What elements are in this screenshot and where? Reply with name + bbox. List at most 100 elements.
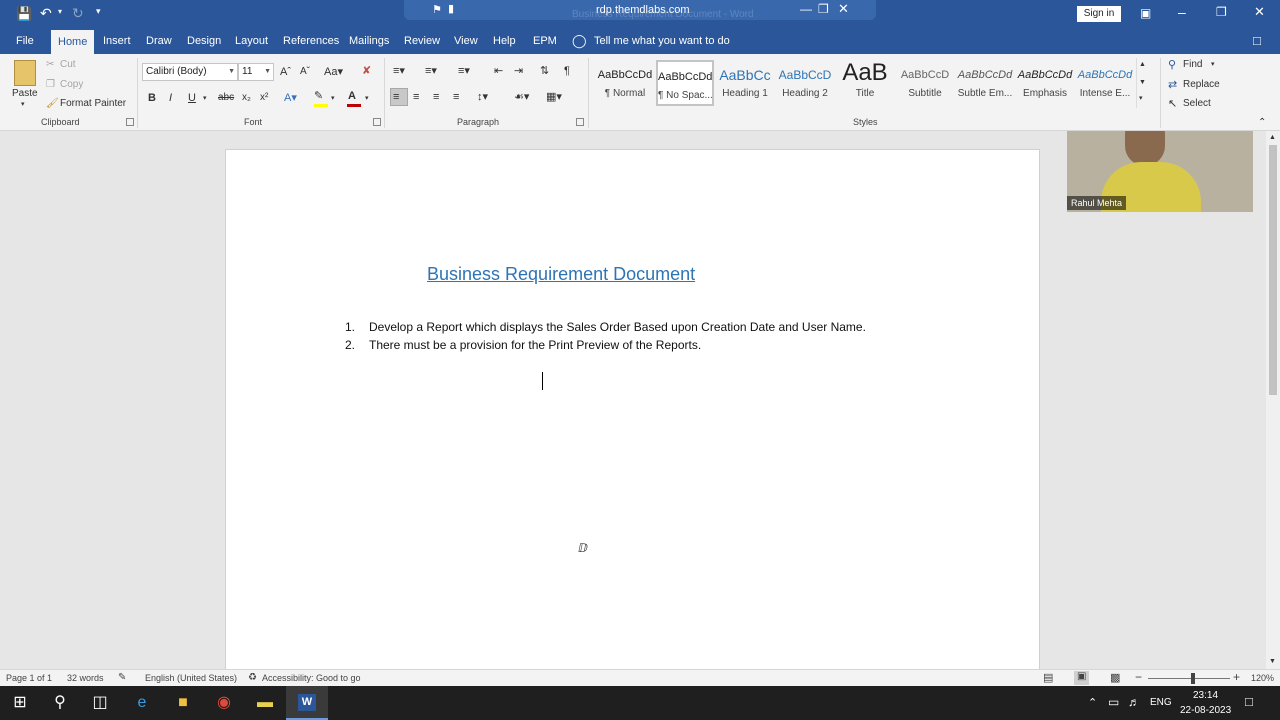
grow-font-icon[interactable]: Aˆ [280, 65, 291, 79]
style-normal[interactable]: AaBbCcDd ¶ Normal [596, 60, 654, 106]
style-heading-2[interactable]: AaBbCcD Heading 2 [776, 60, 834, 106]
sign-in-button[interactable]: Sign in [1077, 6, 1121, 22]
remote-minimize-icon[interactable]: — [800, 2, 812, 16]
text-effects-icon[interactable]: A▾ [284, 91, 297, 105]
web-layout-icon[interactable]: ▩ [1110, 671, 1120, 684]
style-intense-emphasis[interactable]: AaBbCcDd Intense E... [1076, 60, 1134, 106]
subscript-button[interactable]: x₂ [242, 91, 251, 105]
align-right-icon[interactable]: ≡ [433, 90, 439, 104]
clipboard-launcher-icon[interactable] [126, 118, 134, 126]
minimize-icon[interactable]: – [1178, 4, 1186, 20]
document-title[interactable]: Business Requirement Document [427, 264, 695, 285]
windows-start-icon[interactable]: ⊞ [0, 686, 40, 720]
tab-references[interactable]: References [276, 28, 346, 54]
page-count[interactable]: Page 1 of 1 [6, 673, 52, 683]
font-family-select[interactable]: Calibri (Body) ▼ [142, 63, 238, 81]
replace-button[interactable]: Replace [1183, 79, 1220, 90]
shrink-font-icon[interactable]: Aˇ [300, 65, 310, 79]
file-explorer-icon[interactable]: ■ [163, 686, 203, 720]
zoom-slider[interactable] [1148, 673, 1230, 684]
tab-view[interactable]: View [447, 28, 485, 54]
task-view-icon[interactable]: ◫ [80, 686, 120, 720]
align-center-icon[interactable]: ≡ [413, 90, 419, 104]
borders-icon[interactable]: ▦▾ [546, 90, 562, 104]
search-icon[interactable]: ⚲ [40, 686, 80, 720]
style-emphasis[interactable]: AaBbCcDd Emphasis [1016, 60, 1074, 106]
font-color-dropdown-icon[interactable]: ▾ [365, 92, 369, 106]
input-language[interactable]: ENG [1150, 697, 1172, 708]
undo-icon[interactable]: ↶ [40, 5, 52, 22]
read-mode-icon[interactable]: ▤ [1043, 671, 1053, 684]
undo-dropdown-icon[interactable]: ▾ [58, 7, 62, 16]
customize-qat-icon[interactable]: ▾ [96, 6, 101, 17]
list-item[interactable]: 2. There must be a provision for the Prin… [345, 338, 701, 352]
tab-file[interactable]: File [9, 28, 41, 54]
tab-home[interactable]: Home [51, 30, 95, 54]
tell-me-search[interactable]: Tell me what you want to do [594, 35, 730, 47]
collapse-ribbon-icon[interactable]: ⌃ [1258, 116, 1266, 130]
shading-icon[interactable]: ☙▾ [514, 90, 529, 104]
list-item[interactable]: 1. Develop a Report which displays the Sa… [345, 320, 866, 334]
zoom-in-icon[interactable]: + [1233, 670, 1240, 684]
volume-icon[interactable]: ♬ [1128, 695, 1140, 709]
app-icon[interactable]: ▬ [245, 686, 285, 720]
comments-icon[interactable]: □ [1253, 33, 1261, 48]
strikethrough-button[interactable]: abc [218, 91, 234, 105]
tab-review[interactable]: Review [397, 28, 447, 54]
chrome-icon[interactable]: ◉ [204, 686, 244, 720]
edge-icon[interactable]: e [122, 686, 162, 720]
zoom-level[interactable]: 120% [1251, 673, 1274, 683]
increase-indent-icon[interactable]: ⇥ [514, 64, 523, 78]
styles-scroll[interactable]: ▲ ▼ ▾ [1136, 58, 1148, 108]
language[interactable]: English (United States) [145, 673, 237, 683]
style-subtitle[interactable]: AaBbCcD Subtitle [896, 60, 954, 106]
underline-button[interactable]: U [188, 91, 196, 105]
zoom-slider-thumb[interactable] [1191, 673, 1196, 684]
tab-mailings[interactable]: Mailings [342, 28, 396, 54]
chevron-up-icon[interactable]: ▲ [1139, 58, 1146, 72]
bold-button[interactable]: B [148, 91, 156, 105]
tab-layout[interactable]: Layout [228, 28, 275, 54]
clock-date[interactable]: 22-08-2023 [1180, 705, 1231, 716]
close-icon[interactable]: ✕ [1254, 4, 1265, 20]
superscript-button[interactable]: x² [260, 91, 268, 105]
show-formatting-icon[interactable]: ¶ [564, 64, 570, 78]
save-icon[interactable]: 💾 [16, 6, 32, 22]
print-layout-button[interactable]: ▣ [1074, 671, 1089, 685]
highlight-icon[interactable]: ✎ [314, 89, 323, 103]
format-painter-button[interactable]: Format Painter [60, 98, 126, 109]
tab-epm[interactable]: EPM [526, 28, 564, 54]
find-button[interactable]: Find [1183, 59, 1202, 70]
chevron-up-icon[interactable]: ⌃ [1088, 696, 1097, 709]
vertical-scrollbar[interactable]: ▲ ▼ [1266, 131, 1280, 669]
clear-formatting-icon[interactable]: ✘ [362, 64, 371, 78]
style-no-spacing[interactable]: AaBbCcDd ¶ No Spac... [656, 60, 714, 106]
line-spacing-icon[interactable]: ↕▾ [477, 90, 488, 104]
scroll-down-icon[interactable]: ▼ [1269, 655, 1276, 669]
tab-help[interactable]: Help [486, 28, 523, 54]
justify-icon[interactable]: ≡ [453, 90, 459, 104]
tab-insert[interactable]: Insert [96, 28, 138, 54]
bullets-icon[interactable]: ≡▾ [393, 64, 405, 78]
sort-icon[interactable]: ⇅ [540, 64, 549, 78]
ribbon-display-icon[interactable]: ▣ [1140, 6, 1151, 20]
more-styles-icon[interactable]: ▾ [1139, 92, 1143, 106]
paragraph-launcher-icon[interactable] [576, 118, 584, 126]
highlight-dropdown-icon[interactable]: ▾ [331, 92, 335, 106]
network-icon[interactable]: ▭ [1108, 695, 1119, 709]
notifications-icon[interactable]: □ [1245, 694, 1253, 709]
maximize-icon[interactable]: ❐ [1216, 5, 1227, 19]
decrease-indent-icon[interactable]: ⇤ [494, 64, 503, 78]
underline-dropdown-icon[interactable]: ▾ [203, 92, 207, 106]
word-count[interactable]: 32 words [67, 673, 104, 683]
tab-draw[interactable]: Draw [139, 28, 179, 54]
proofing-icon[interactable]: ✎ [118, 672, 126, 683]
numbering-icon[interactable]: ≡▾ [425, 64, 437, 78]
select-button[interactable]: Select [1183, 98, 1211, 109]
change-case-icon[interactable]: Aa▾ [324, 65, 343, 79]
style-heading-1[interactable]: AaBbCc Heading 1 [716, 60, 774, 106]
style-subtle-emphasis[interactable]: AaBbCcDd Subtle Em... [956, 60, 1014, 106]
chevron-down-icon[interactable]: ▼ [1139, 76, 1146, 90]
scroll-thumb[interactable] [1269, 145, 1277, 395]
find-dropdown-icon[interactable]: ▾ [1211, 60, 1215, 68]
